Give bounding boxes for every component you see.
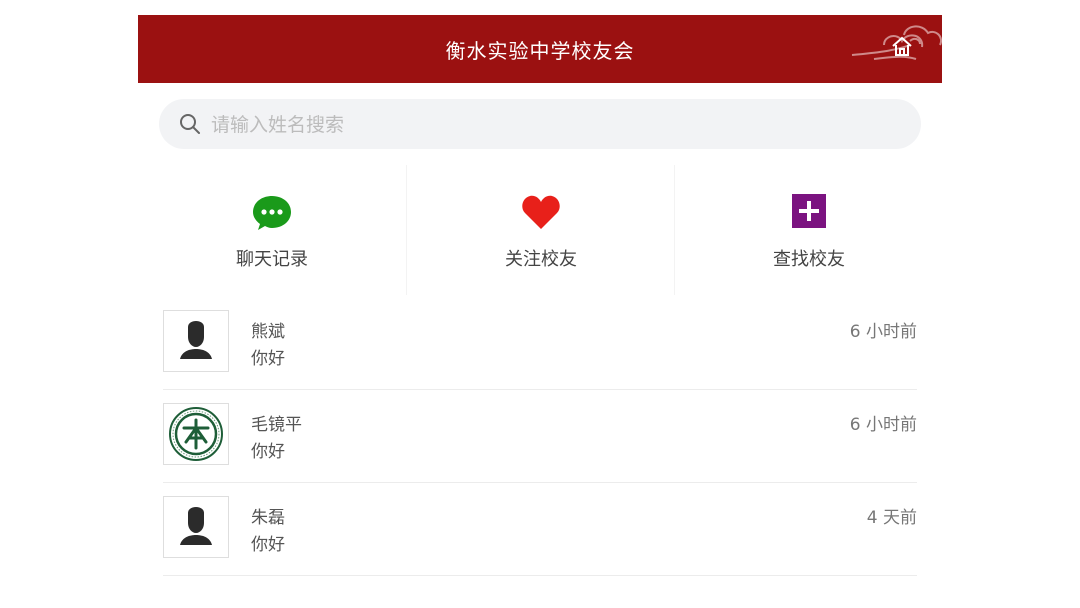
avatar	[163, 403, 229, 465]
heart-icon	[522, 195, 560, 229]
chat-history-label: 聊天记录	[236, 249, 308, 270]
avatar	[163, 310, 229, 372]
follow-alumni-label: 关注校友	[505, 249, 577, 270]
default-avatar-icon	[180, 507, 212, 545]
last-message: 你好	[251, 349, 285, 369]
action-tiles: 聊天记录 关注校友 查找校友	[138, 165, 942, 295]
contact-name: 朱磊	[251, 508, 285, 528]
app-container: 衡水实验中学校友会 请输入姓名搜索 聊天记录 关注校友 查找校友 熊斌 你好 6…	[138, 15, 942, 608]
list-item[interactable]: 朱磊 你好 4 天前	[163, 483, 917, 576]
contact-name: 毛镜平	[251, 415, 302, 435]
list-item[interactable]: 熊斌 你好 6 小时前	[163, 297, 917, 390]
plus-square-icon	[792, 194, 826, 228]
find-alumni-button[interactable]: 查找校友	[674, 165, 943, 295]
chat-history-button[interactable]: 聊天记录	[138, 165, 406, 295]
message-time: 6 小时前	[849, 415, 917, 435]
home-icon[interactable]	[890, 35, 914, 59]
message-time: 4 天前	[866, 508, 917, 528]
search-input[interactable]	[209, 108, 893, 142]
last-message: 你好	[251, 535, 285, 555]
find-alumni-label: 查找校友	[773, 249, 845, 270]
avatar	[163, 496, 229, 558]
search-bar	[159, 99, 921, 149]
last-message: 你好	[251, 442, 285, 462]
default-avatar-icon	[180, 321, 212, 359]
search-icon	[180, 114, 200, 134]
page-title: 衡水实验中学校友会	[445, 39, 635, 63]
message-time: 6 小时前	[849, 322, 917, 342]
header-bar: 衡水实验中学校友会	[138, 15, 942, 83]
contact-name: 熊斌	[251, 322, 285, 342]
school-logo-icon	[169, 407, 223, 461]
follow-alumni-button[interactable]: 关注校友	[406, 165, 675, 295]
list-item[interactable]: 毛镜平 你好 6 小时前	[163, 390, 917, 483]
chat-bubble-icon	[253, 196, 291, 230]
